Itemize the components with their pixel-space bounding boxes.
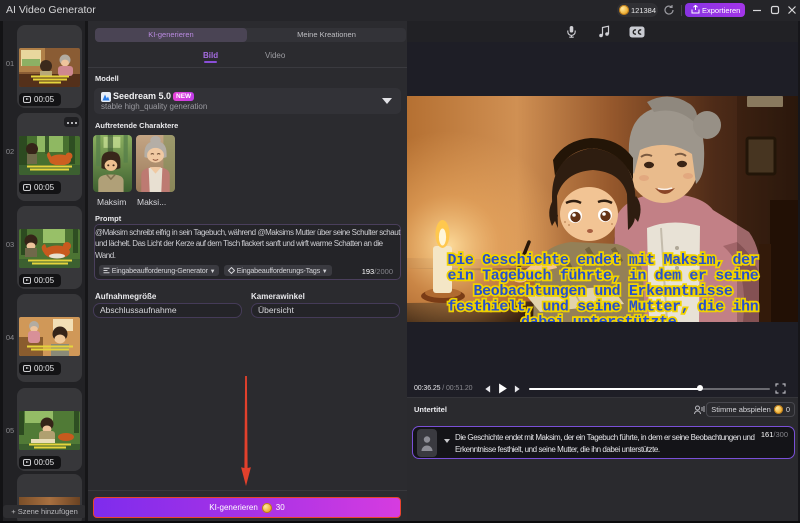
svg-text:Die Geschichte endet mit Maksi: Die Geschichte endet mit Maksim, der [448, 253, 759, 269]
svg-text:ein Tagebuch führte, in dem er: ein Tagebuch führte, in dem er seine [448, 269, 759, 285]
svg-text:festhielt, und seine Mutter, d: festhielt, und seine Mutter, die ihn [448, 300, 759, 316]
svg-text:Beobachtungen und Erkenntnisse: Beobachtungen und Erkenntnisse [473, 284, 732, 300]
svg-text:dabei unterstützte.: dabei unterstützte. [521, 315, 685, 322]
